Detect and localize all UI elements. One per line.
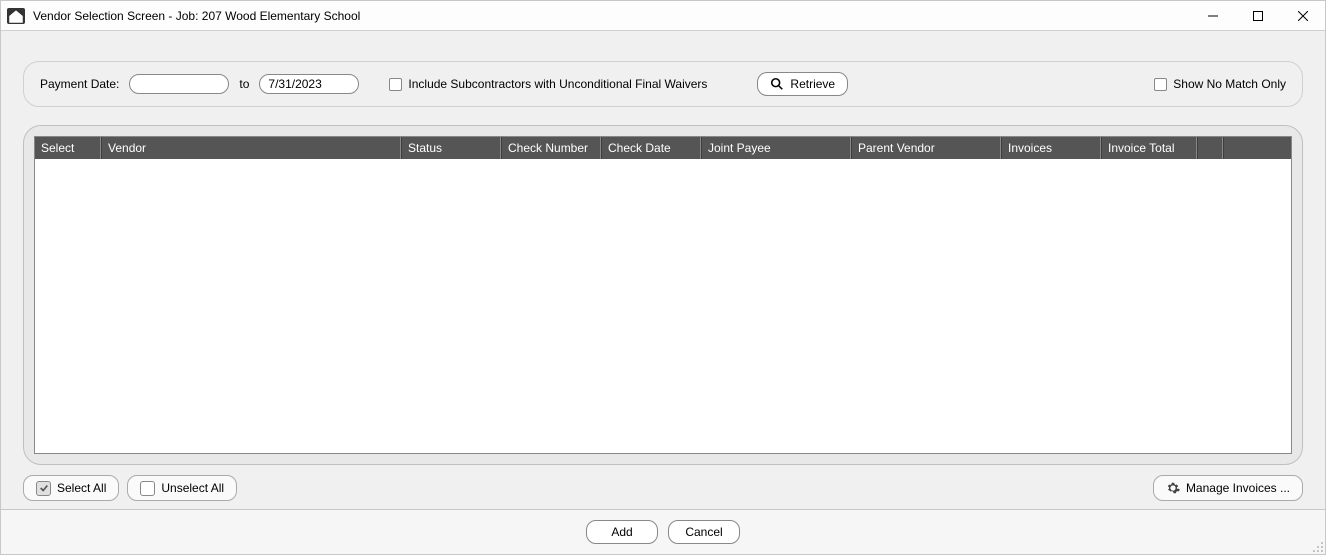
col-vendor[interactable]: Vendor bbox=[101, 137, 401, 159]
payment-date-label: Payment Date: bbox=[40, 77, 119, 91]
unselect-all-button[interactable]: Unselect All bbox=[127, 475, 237, 501]
work-area: Payment Date: to Include Subcontractors … bbox=[1, 31, 1325, 471]
checkbox-icon bbox=[1154, 78, 1167, 91]
col-status[interactable]: Status bbox=[401, 137, 501, 159]
col-select[interactable]: Select bbox=[35, 137, 101, 159]
col-invoices[interactable]: Invoices bbox=[1001, 137, 1101, 159]
payment-date-to-input[interactable] bbox=[259, 74, 359, 94]
retrieve-button[interactable]: Retrieve bbox=[757, 72, 848, 96]
window-controls bbox=[1190, 1, 1325, 31]
data-grid[interactable]: Select Vendor Status Check Number Check … bbox=[34, 136, 1292, 454]
col-invoice-total[interactable]: Invoice Total bbox=[1101, 137, 1197, 159]
search-icon bbox=[770, 77, 784, 91]
col-joint-payee[interactable]: Joint Payee bbox=[701, 137, 851, 159]
footer-bar: Add Cancel bbox=[1, 509, 1325, 554]
retrieve-button-label: Retrieve bbox=[790, 77, 835, 91]
col-check-number[interactable]: Check Number bbox=[501, 137, 601, 159]
titlebar: Vendor Selection Screen - Job: 207 Wood … bbox=[1, 1, 1325, 31]
app-icon bbox=[7, 8, 25, 24]
filter-panel: Payment Date: to Include Subcontractors … bbox=[23, 61, 1303, 107]
select-all-label: Select All bbox=[57, 481, 106, 495]
table-body[interactable] bbox=[35, 159, 1291, 453]
manage-invoices-label: Manage Invoices ... bbox=[1186, 481, 1290, 495]
show-no-match-checkbox[interactable]: Show No Match Only bbox=[1154, 77, 1286, 91]
minimize-button[interactable] bbox=[1190, 1, 1235, 31]
to-label: to bbox=[239, 77, 249, 91]
select-all-button[interactable]: Select All bbox=[23, 475, 119, 501]
col-check-date[interactable]: Check Date bbox=[601, 137, 701, 159]
window-title: Vendor Selection Screen - Job: 207 Wood … bbox=[33, 9, 360, 23]
maximize-button[interactable] bbox=[1235, 1, 1280, 31]
selection-row: Select All Unselect All Manage Invoices … bbox=[1, 471, 1325, 509]
gear-icon bbox=[1166, 481, 1180, 495]
add-button[interactable]: Add bbox=[586, 520, 658, 544]
payment-date-from-input[interactable] bbox=[129, 74, 229, 94]
close-button[interactable] bbox=[1280, 1, 1325, 31]
include-subcontractors-label: Include Subcontractors with Unconditiona… bbox=[408, 77, 707, 91]
table-header-row: Select Vendor Status Check Number Check … bbox=[35, 137, 1291, 159]
col-spacer-2[interactable] bbox=[1223, 137, 1291, 159]
show-no-match-label: Show No Match Only bbox=[1173, 77, 1286, 91]
unchecked-icon bbox=[140, 481, 155, 496]
unselect-all-label: Unselect All bbox=[161, 481, 224, 495]
checked-icon bbox=[36, 481, 51, 496]
manage-invoices-button[interactable]: Manage Invoices ... bbox=[1153, 475, 1303, 501]
cancel-button[interactable]: Cancel bbox=[668, 520, 740, 544]
checkbox-icon bbox=[389, 78, 402, 91]
resize-grip-icon[interactable] bbox=[1312, 541, 1324, 553]
col-spacer-1[interactable] bbox=[1197, 137, 1223, 159]
table-panel: Select Vendor Status Check Number Check … bbox=[23, 125, 1303, 465]
col-parent-vendor[interactable]: Parent Vendor bbox=[851, 137, 1001, 159]
include-subcontractors-checkbox[interactable]: Include Subcontractors with Unconditiona… bbox=[389, 77, 707, 91]
